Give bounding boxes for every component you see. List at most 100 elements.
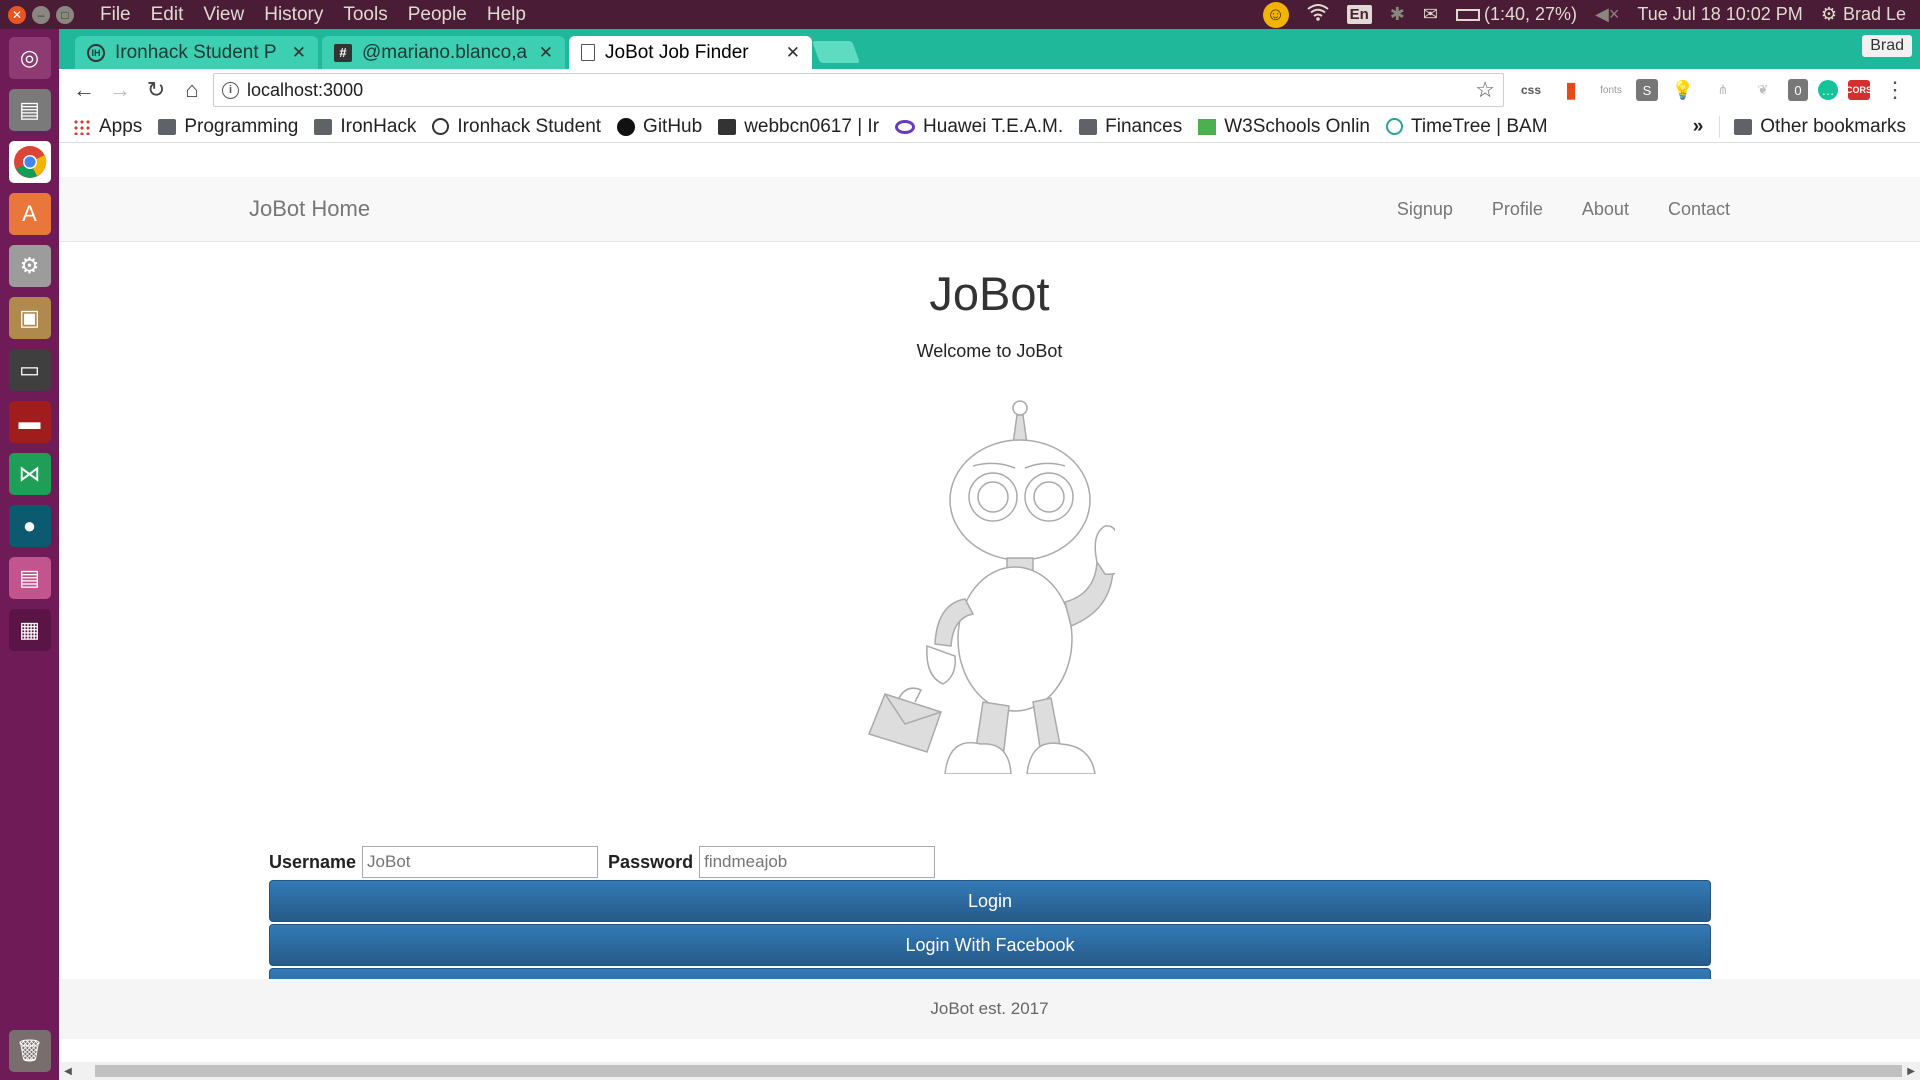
back-arrow-icon[interactable]: ← xyxy=(69,75,99,105)
apps-grid-icon xyxy=(73,118,91,135)
login-facebook-button[interactable]: Login With Facebook xyxy=(269,924,1711,966)
scroll-right-arrow-icon[interactable]: ▶ xyxy=(1902,1066,1920,1077)
mail-icon[interactable]: ✉ xyxy=(1423,4,1438,25)
bookmark-ironhack[interactable]: IronHack xyxy=(314,116,416,138)
new-tab-button[interactable] xyxy=(811,41,861,63)
info-icon[interactable]: i xyxy=(222,81,239,99)
software-center-icon[interactable]: A xyxy=(8,193,51,235)
system-indicators: ☺ En ✱ ✉ (1:40, 27%) ◀× Tue Jul 18 10:02… xyxy=(1262,1,1906,28)
leaf-extension-icon[interactable]: ❦ xyxy=(1748,76,1778,104)
other-bookmarks-folder[interactable]: Other bookmarks xyxy=(1719,115,1906,138)
tab-jobot-job-finder[interactable]: JoBot Job Finder ✕ xyxy=(569,36,812,69)
close-icon[interactable]: ✕ xyxy=(786,43,800,63)
sound-muted-icon[interactable]: ◀× xyxy=(1595,4,1619,25)
cors-extension-icon[interactable]: CORS xyxy=(1846,80,1872,100)
bookmark-label: Ironhack Student xyxy=(457,115,602,137)
stylus-extension-icon[interactable]: S xyxy=(1636,79,1658,101)
home-icon[interactable]: ⌂ xyxy=(177,75,207,105)
battery-indicator[interactable]: (1:40, 27%) xyxy=(1455,4,1577,25)
page-viewport: JoBot Home Signup Profile About Contact … xyxy=(59,177,1920,1080)
bookmarks-overflow-button[interactable]: » xyxy=(1693,116,1704,138)
nav-links: Signup Profile About Contact xyxy=(1397,199,1730,220)
presentation-app-icon[interactable]: ▭ xyxy=(8,349,51,391)
url-text[interactable]: localhost:3000 xyxy=(247,80,1467,101)
bookmark-timetree[interactable]: TimeTree | BAM xyxy=(1385,115,1548,138)
bookmark-github[interactable]: GitHub xyxy=(617,116,702,138)
page-title: JoBot xyxy=(929,267,1050,320)
menu-help[interactable]: Help xyxy=(487,4,526,26)
menu-edit[interactable]: Edit xyxy=(151,4,184,26)
chrome-icon[interactable] xyxy=(8,141,51,183)
vscode-icon[interactable]: ⋈ xyxy=(8,453,51,495)
close-icon[interactable]: ✕ xyxy=(539,43,553,63)
bookmark-huawei[interactable]: Huawei T.E.A.M. xyxy=(895,116,1063,138)
forward-arrow-icon[interactable]: → xyxy=(105,75,135,105)
lightbulb-extension-icon[interactable]: 💡 xyxy=(1668,76,1698,104)
clock[interactable]: Tue Jul 18 10:02 PM xyxy=(1637,4,1802,25)
bookmark-label: Finances xyxy=(1105,115,1183,137)
login-button[interactable]: Login xyxy=(269,880,1711,922)
address-bar[interactable]: i localhost:3000 ☆ xyxy=(213,73,1504,107)
sitemap-extension-icon[interactable]: ⋔ xyxy=(1708,76,1738,104)
bookmark-label: TimeTree | BAM xyxy=(1410,115,1548,137)
bookmark-finances[interactable]: Finances xyxy=(1079,116,1182,138)
username-input[interactable] xyxy=(362,846,599,878)
site-footer: JoBot est. 2017 xyxy=(59,979,1920,1039)
archive-manager-icon[interactable]: ▣ xyxy=(8,297,51,339)
brand-link[interactable]: JoBot Home xyxy=(249,196,370,222)
ubuntu-search-icon[interactable]: ◎ xyxy=(8,37,51,79)
menu-view[interactable]: View xyxy=(203,4,244,26)
tab-slack-mariano[interactable]: # @mariano.blanco,a ✕ xyxy=(322,36,565,69)
nav-contact[interactable]: Contact xyxy=(1668,199,1730,220)
nav-signup[interactable]: Signup xyxy=(1397,199,1453,220)
extensions-bar: css ▮ fonts S 💡 ⋔ ❦ 0 … CORS ⋮ xyxy=(1516,76,1910,104)
close-icon[interactable]: ✕ xyxy=(292,43,306,63)
scroll-left-arrow-icon[interactable]: ◀ xyxy=(59,1066,77,1077)
menu-file[interactable]: File xyxy=(100,4,131,26)
window-minimize-button[interactable]: – xyxy=(32,5,50,24)
bookmark-webbcn[interactable]: webbcn0617 | Ir xyxy=(718,116,879,138)
trash-icon[interactable]: 🗑 xyxy=(8,1030,51,1072)
emoji-indicator-icon[interactable]: ☺ xyxy=(1262,1,1289,28)
menu-tools[interactable]: Tools xyxy=(343,4,387,26)
horizontal-scrollbar[interactable]: ◀ ▶ xyxy=(59,1062,1920,1080)
fonts-extension-icon[interactable]: fonts xyxy=(1596,76,1626,104)
tab-ironhack-student[interactable]: IH Ironhack Student P ✕ xyxy=(75,36,318,69)
chat-extension-icon[interactable]: … xyxy=(1818,80,1838,100)
window-app-icon[interactable]: ▤ xyxy=(8,557,51,599)
bookmark-w3schools[interactable]: W3Schools Onlin xyxy=(1198,116,1370,138)
wifi-icon[interactable] xyxy=(1306,3,1329,26)
window-close-button[interactable]: ✕ xyxy=(8,5,26,24)
profile-button[interactable]: Brad xyxy=(1862,35,1912,57)
window-maximize-button[interactable]: □ xyxy=(56,5,74,24)
bookmark-ironhack-student[interactable]: Ironhack Student xyxy=(432,116,601,138)
chrome-menu-icon[interactable]: ⋮ xyxy=(1880,76,1910,104)
css-extension-icon[interactable]: css xyxy=(1516,76,1546,104)
menu-history[interactable]: History xyxy=(264,4,323,26)
folder-icon xyxy=(314,118,333,135)
ironhack-icon: IH xyxy=(87,43,105,62)
reload-icon[interactable]: ↻ xyxy=(141,75,171,105)
office-extension-icon[interactable]: ▮ xyxy=(1556,76,1586,104)
gitkraken-icon[interactable]: ● xyxy=(8,505,51,547)
terminal-app-icon[interactable]: ▬ xyxy=(8,401,51,443)
password-input[interactable] xyxy=(699,846,936,878)
huawei-icon xyxy=(895,119,916,134)
battery-icon xyxy=(1455,8,1480,21)
bookmark-star-icon[interactable]: ☆ xyxy=(1475,77,1495,103)
keyboard-layout-indicator[interactable]: En xyxy=(1346,5,1372,24)
bluetooth-icon[interactable]: ✱ xyxy=(1390,4,1405,25)
nav-profile[interactable]: Profile xyxy=(1492,199,1543,220)
username-label: Username xyxy=(269,851,357,872)
menu-people[interactable]: People xyxy=(408,4,467,26)
user-name: Brad Le xyxy=(1842,4,1906,24)
nav-about[interactable]: About xyxy=(1582,199,1629,220)
bookmark-apps[interactable]: Apps xyxy=(73,116,142,138)
session-indicator[interactable]: ⚙ Brad Le xyxy=(1821,4,1906,25)
system-settings-icon[interactable]: ⚙ xyxy=(8,245,51,287)
workspace-switcher-icon[interactable]: ▦ xyxy=(8,609,51,651)
zero-extension-icon[interactable]: 0 xyxy=(1788,79,1808,101)
files-icon[interactable]: ▤ xyxy=(8,89,51,131)
scrollbar-thumb[interactable] xyxy=(94,1065,1903,1077)
bookmark-programming[interactable]: Programming xyxy=(158,116,298,138)
